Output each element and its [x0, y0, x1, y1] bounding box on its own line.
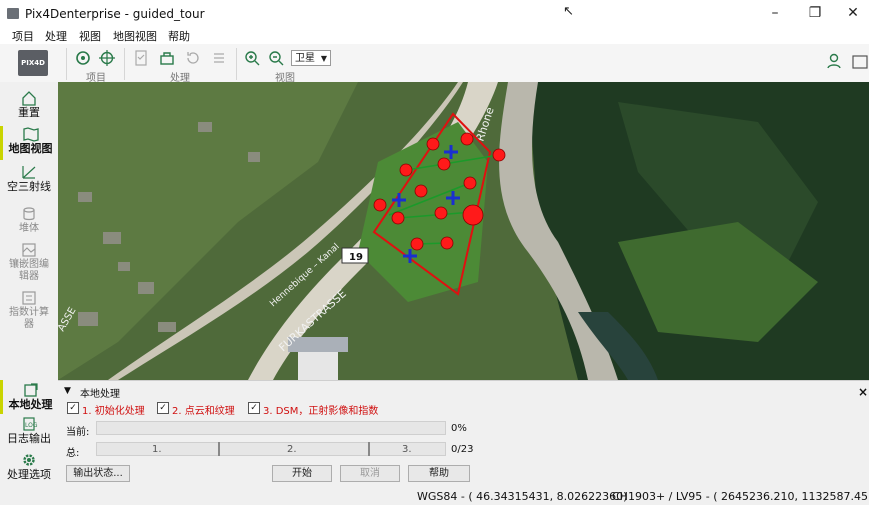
chevron-down-icon: ▼: [320, 54, 327, 63]
window-layout-icon[interactable]: [851, 53, 869, 71]
pix4d-logo: PIX4D: [18, 50, 48, 76]
current-percent: 0%: [451, 423, 467, 434]
sidebar-item-log-output[interactable]: LOG 日志输出: [0, 416, 58, 445]
image-marker[interactable]: [492, 148, 506, 162]
svg-text:LOG: LOG: [25, 422, 38, 429]
new-project-icon[interactable]: [74, 49, 92, 67]
menu-mapview[interactable]: 地图视图: [113, 28, 157, 44]
image-marker[interactable]: [391, 211, 405, 225]
menu-process[interactable]: 处理: [45, 28, 67, 44]
sidebar-item-rayCloud[interactable]: 空三射线: [0, 164, 58, 193]
sidebar-item-mosaic-editor[interactable]: 镶嵌图编辑器: [7, 242, 51, 283]
rematch-icon[interactable]: [210, 49, 228, 67]
sidebar-item-label: 堆体: [19, 223, 39, 234]
sidebar-item-label: 镶嵌图编辑器: [9, 259, 49, 282]
image-marker[interactable]: [440, 236, 454, 250]
step3-checkbox[interactable]: ✓: [248, 402, 260, 414]
total-count: 0/23: [451, 444, 474, 455]
collapse-triangle-icon[interactable]: ▼: [64, 386, 71, 396]
menu-view[interactable]: 视图: [79, 28, 101, 44]
sidebar-item-label: 重置: [18, 106, 40, 119]
step2-checkbox[interactable]: ✓: [157, 402, 169, 414]
mosaic-icon: [22, 243, 36, 257]
log-icon: LOG: [23, 417, 38, 431]
ch1903-coordinates: CH1903+ / LV95 - ( 2645236.210, 1132587.…: [612, 490, 869, 503]
image-marker[interactable]: [399, 163, 413, 177]
image-marker-selected[interactable]: [462, 204, 484, 226]
sidebar-item-label: 指数计算器: [9, 307, 49, 330]
close-button[interactable]: ✕: [838, 3, 868, 23]
map-icon: [22, 127, 39, 142]
menu-bar: 项目 处理 视图 地图视图 帮助: [0, 27, 869, 44]
minimize-button[interactable]: –: [760, 3, 790, 23]
basemap-select[interactable]: 卫星 ▼: [291, 50, 331, 66]
road-number-sign: 19: [349, 252, 363, 263]
local-processing-panel: ▼ 本地处理 × ✓ 1. 初始化处理 ✓ 2. 点云和纹理 ✓ 3. DSM，…: [58, 380, 869, 489]
mouse-cursor-icon: ↖: [563, 4, 574, 19]
sidebar-item-mapview[interactable]: 地图视图: [0, 126, 58, 160]
local-processing-icon: [23, 383, 38, 397]
step1-label: 1. 初始化处理: [82, 406, 145, 417]
processing-sidebar: 本地处理 LOG 日志输出 处理选项: [0, 380, 58, 490]
total-segment-2: 2.: [287, 444, 297, 455]
sidebar-item-label: 本地处理: [8, 398, 53, 411]
total-progress-bar: 1. 2. 3.: [96, 442, 446, 456]
app-icon: [7, 8, 19, 19]
load-icon[interactable]: [158, 49, 176, 67]
image-marker[interactable]: [373, 198, 387, 212]
sidebar-item-home[interactable]: 重置: [0, 90, 58, 119]
total-label: 总:: [66, 448, 80, 459]
total-segment-1: 1.: [152, 444, 162, 455]
view-sidebar: 重置 地图视图 空三射线 堆体 镶嵌图编辑器 指数计算器: [0, 82, 58, 382]
restore-button[interactable]: ❐: [800, 3, 830, 23]
menu-help[interactable]: 帮助: [168, 28, 190, 44]
basemap-value: 卫星: [295, 53, 315, 64]
menu-project[interactable]: 项目: [12, 28, 34, 44]
sidebar-item-label: 空三射线: [7, 180, 51, 193]
sidebar-item-label: 处理选项: [7, 468, 51, 481]
satellite-map[interactable]: FURKASTRASSE Hennebique – Kanal Rhone AS…: [58, 82, 869, 380]
wgs84-coordinates: WGS84 - ( 46.34315431, 8.02622360): [417, 490, 628, 503]
sidebar-item-volumes[interactable]: 堆体: [0, 206, 58, 235]
report-icon[interactable]: [132, 49, 150, 67]
sidebar-item-local-processing[interactable]: 本地处理: [0, 380, 58, 414]
help-button[interactable]: 帮助: [408, 465, 470, 482]
panel-close-icon[interactable]: ×: [858, 385, 868, 399]
image-marker[interactable]: [460, 132, 474, 146]
crosshair-icon[interactable]: [98, 49, 116, 67]
step3-label: 3. DSM，正射影像和指数: [263, 406, 379, 417]
image-marker[interactable]: [414, 184, 428, 198]
sidebar-item-index-calculator[interactable]: 指数计算器: [9, 290, 49, 331]
total-segment-3: 3.: [402, 444, 412, 455]
index-calculator-icon: [22, 291, 36, 305]
image-marker[interactable]: [463, 176, 477, 190]
image-marker[interactable]: [426, 137, 440, 151]
user-account-icon[interactable]: [826, 52, 844, 70]
start-button[interactable]: 开始: [272, 465, 332, 482]
cancel-button[interactable]: 取消: [340, 465, 400, 482]
ray-icon: [22, 166, 36, 179]
toolbar: PIX4D 项目 处理 卫星 ▼ 视图: [0, 44, 869, 84]
image-marker[interactable]: [410, 237, 424, 251]
panel-header: 本地处理: [80, 389, 120, 400]
home-icon: [22, 91, 36, 106]
export-status-button[interactable]: 输出状态...: [66, 465, 130, 482]
reoptimize-icon[interactable]: [184, 49, 202, 67]
current-label: 当前:: [66, 427, 90, 438]
image-marker[interactable]: [437, 157, 451, 171]
step1-checkbox[interactable]: ✓: [67, 402, 79, 414]
step2-label: 2. 点云和纹理: [172, 406, 235, 417]
volume-icon: [23, 207, 35, 221]
sidebar-item-label: 地图视图: [8, 142, 53, 155]
image-marker[interactable]: [434, 206, 448, 220]
sidebar-item-label: 日志输出: [7, 432, 51, 445]
current-progress-bar: [96, 421, 446, 435]
zoom-in-icon[interactable]: [243, 49, 261, 67]
window-title: Pix4Denterprise - guided_tour: [25, 7, 205, 21]
gear-icon: [23, 454, 35, 466]
zoom-out-icon[interactable]: [267, 49, 285, 67]
status-bar: WGS84 - ( 46.34315431, 8.02622360) CH190…: [0, 488, 869, 505]
title-bar: Pix4Denterprise - guided_tour – ❐ ✕ ↖: [0, 0, 869, 27]
sidebar-item-processing-options[interactable]: 处理选项: [0, 452, 58, 481]
